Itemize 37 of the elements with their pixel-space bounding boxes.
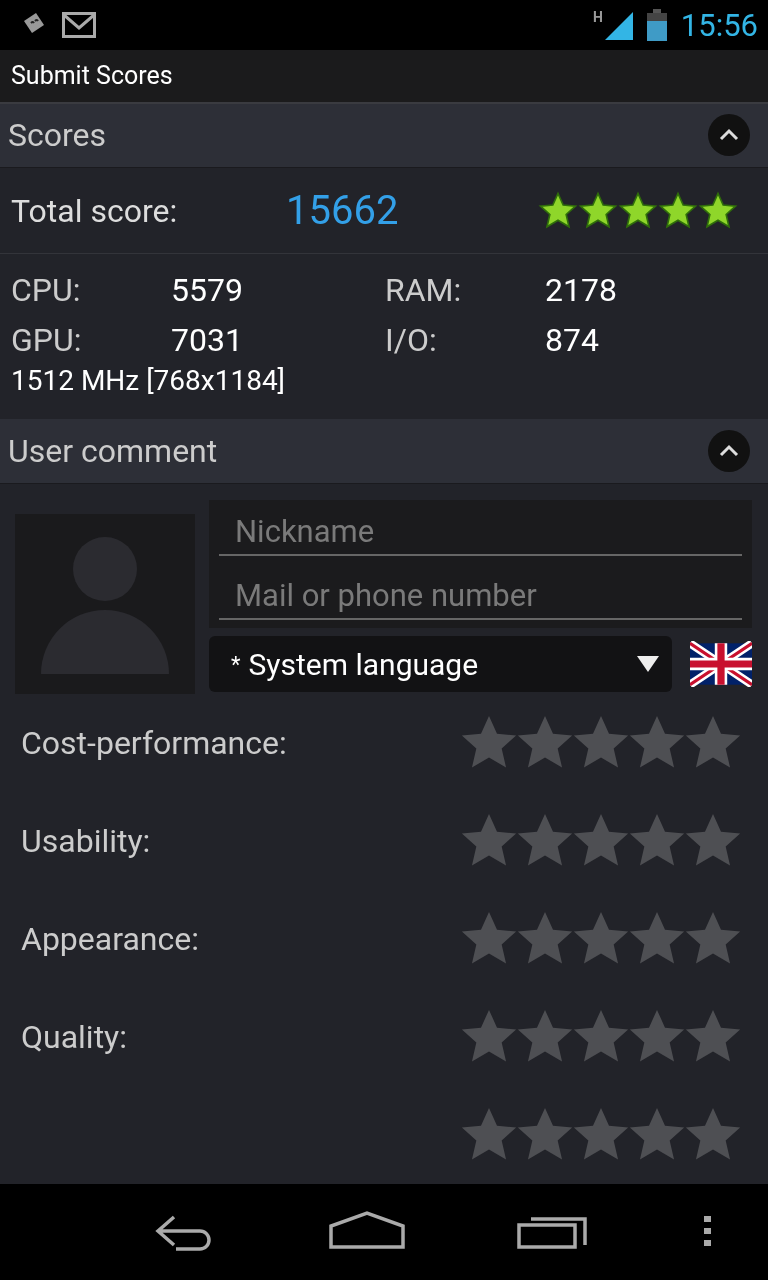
star-icon	[658, 190, 698, 231]
rating-label: Appearance:	[21, 920, 199, 958]
collapse-button[interactable]	[708, 430, 750, 473]
score-label: RAM:	[385, 270, 463, 312]
language-dropdown[interactable]: * System language	[209, 636, 672, 692]
network-type: H	[592, 10, 603, 24]
caret-icon	[636, 655, 660, 673]
collapse-button[interactable]	[708, 114, 750, 157]
rating-label: Usability:	[21, 822, 151, 860]
score-value: 7031	[171, 320, 244, 362]
star-icon	[618, 190, 658, 231]
rating-label: Quality:	[21, 1018, 127, 1056]
flag-icon[interactable]	[690, 641, 752, 687]
star-icon	[698, 190, 738, 231]
section-title: User comment	[8, 432, 218, 471]
score-value: 874	[545, 320, 600, 362]
star-icon	[538, 190, 578, 231]
score-label: CPU:	[11, 270, 82, 312]
device-info: 1512 MHz [768x1184]	[10, 363, 287, 400]
score-label: GPU:	[11, 320, 83, 362]
contact-field[interactable]: Mail or phone number	[209, 564, 752, 628]
battery-icon	[646, 9, 667, 41]
score-value: 2178	[545, 270, 618, 312]
clock: 15:56	[680, 6, 758, 44]
star-icon	[578, 190, 618, 231]
screen-title: Submit Scores	[11, 61, 173, 91]
score-value: 5579	[171, 270, 244, 312]
nickname-field[interactable]: Nickname	[209, 500, 752, 564]
total-score-label: Total score:	[11, 191, 179, 230]
overflow-icon	[701, 1213, 712, 1248]
score-label: I/O:	[385, 320, 438, 362]
section-title: Scores	[8, 116, 107, 155]
rating-label: Cost-performance:	[21, 724, 287, 762]
chevron-icon	[718, 128, 740, 143]
mail-icon	[62, 12, 96, 38]
total-score-value: 15662	[286, 187, 400, 235]
chevron-icon	[718, 444, 740, 459]
